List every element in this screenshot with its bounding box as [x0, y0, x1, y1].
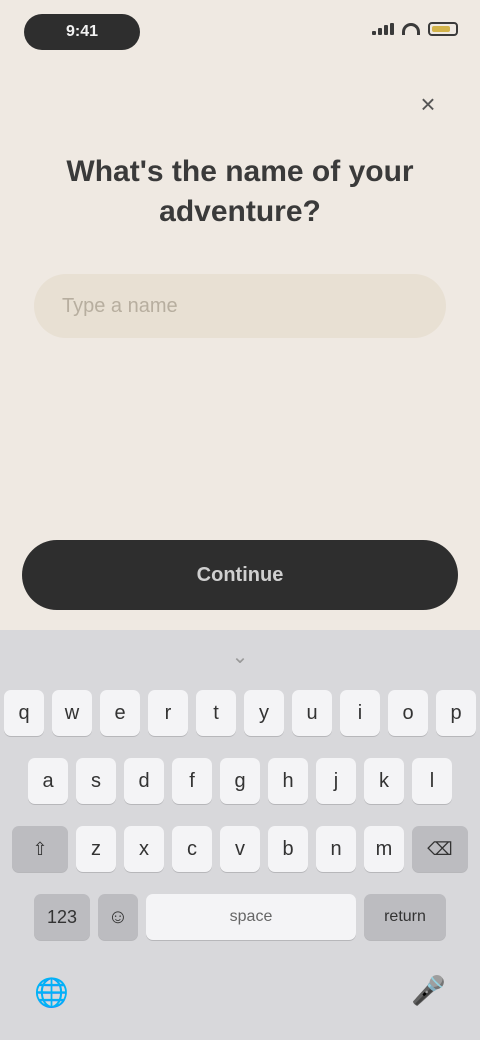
key-s[interactable]: s — [76, 758, 116, 804]
status-bar: 9:41 — [0, 0, 480, 70]
battery-icon — [428, 22, 458, 36]
shift-key[interactable]: ⇧ — [12, 826, 68, 872]
key-a[interactable]: a — [28, 758, 68, 804]
status-icons — [372, 22, 458, 36]
key-w[interactable]: w — [52, 690, 92, 736]
wifi-icon — [402, 23, 420, 35]
key-x[interactable]: x — [124, 826, 164, 872]
return-key[interactable]: return — [364, 894, 446, 940]
adventure-name-input[interactable] — [60, 293, 420, 319]
key-y[interactable]: y — [244, 690, 284, 736]
globe-icon[interactable]: 🌐 — [34, 976, 69, 1009]
name-input-container[interactable] — [34, 274, 446, 338]
page-title: What's the name of your adventure? — [66, 155, 414, 228]
key-t[interactable]: t — [196, 690, 236, 736]
key-j[interactable]: j — [316, 758, 356, 804]
numbers-key[interactable]: 123 — [34, 894, 90, 940]
key-i[interactable]: i — [340, 690, 380, 736]
keyboard-bottom-bar: 🌐 🎤 — [0, 950, 480, 1040]
emoji-key[interactable]: ☺ — [98, 894, 138, 940]
key-o[interactable]: o — [388, 690, 428, 736]
key-u[interactable]: u — [292, 690, 332, 736]
key-d[interactable]: d — [124, 758, 164, 804]
keyboard: ⌄ q w e r t y u i o p a s d f g h j k l … — [0, 630, 480, 1040]
microphone-icon[interactable]: 🎤 — [411, 974, 446, 1007]
backspace-key[interactable]: ⌫ — [412, 826, 468, 872]
key-row-2: a s d f g h j k l — [0, 758, 480, 804]
close-icon: × — [420, 89, 436, 119]
key-n[interactable]: n — [316, 826, 356, 872]
key-v[interactable]: v — [220, 826, 260, 872]
space-key[interactable]: space — [146, 894, 356, 940]
close-button[interactable]: × — [412, 88, 444, 120]
key-row-4: 123 ☺ space return — [0, 894, 480, 940]
key-f[interactable]: f — [172, 758, 212, 804]
key-c[interactable]: c — [172, 826, 212, 872]
key-q[interactable]: q — [4, 690, 44, 736]
key-z[interactable]: z — [76, 826, 116, 872]
key-row-3: ⇧ z x c v b n m ⌫ — [0, 826, 480, 872]
chevron-down-icon[interactable]: ⌄ — [228, 644, 252, 668]
suggestion-bar: ⌄ — [0, 630, 480, 686]
key-e[interactable]: e — [100, 690, 140, 736]
key-l[interactable]: l — [412, 758, 452, 804]
key-p[interactable]: p — [436, 690, 476, 736]
key-b[interactable]: b — [268, 826, 308, 872]
continue-button[interactable]: Continue — [22, 540, 458, 610]
key-row-1: q w e r t y u i o p — [0, 690, 480, 736]
signal-icon — [372, 23, 394, 35]
key-m[interactable]: m — [364, 826, 404, 872]
key-h[interactable]: h — [268, 758, 308, 804]
key-r[interactable]: r — [148, 690, 188, 736]
key-g[interactable]: g — [220, 758, 260, 804]
key-k[interactable]: k — [364, 758, 404, 804]
status-time: 9:41 — [24, 14, 140, 50]
